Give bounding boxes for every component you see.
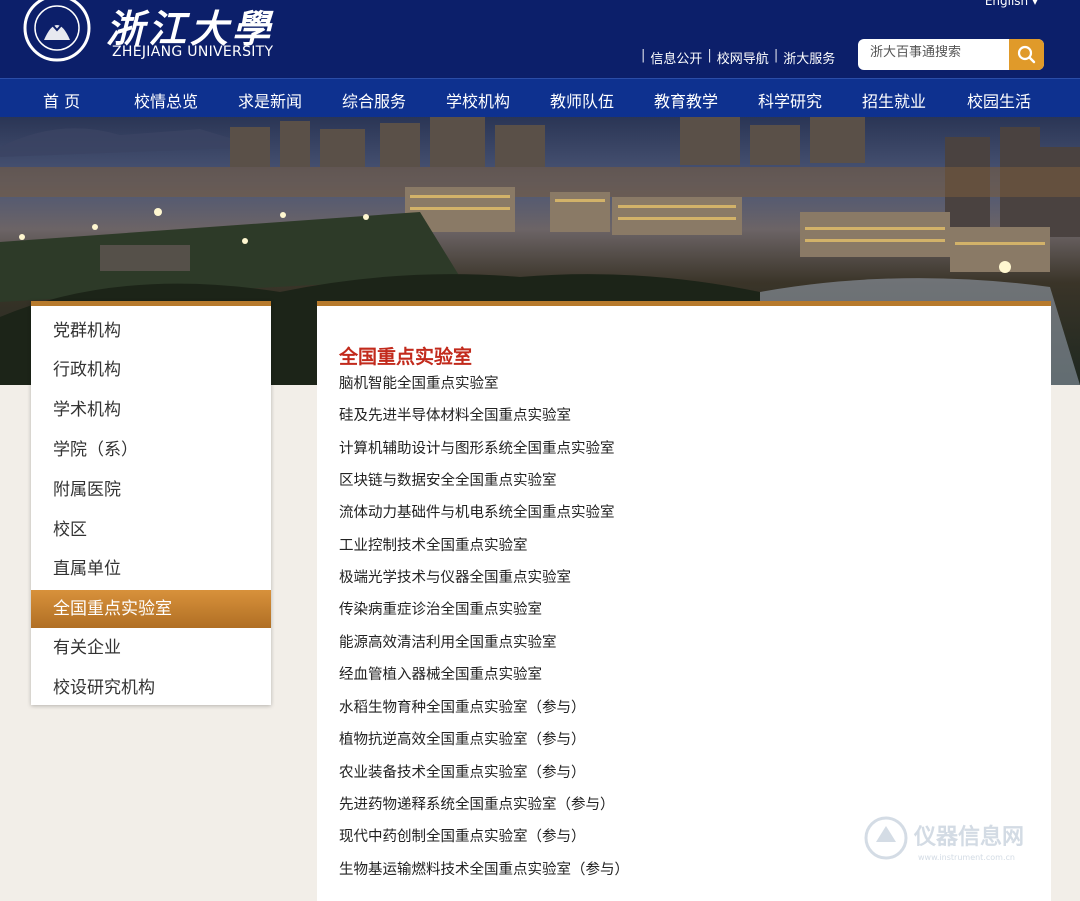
language-switch-link[interactable]: English ▾ <box>985 0 1038 8</box>
watermark-text: 仪器信息网 <box>913 824 1024 850</box>
lab-link[interactable]: 流体动力基础件与机电系统全国重点实验室 <box>339 501 615 522</box>
search-input[interactable] <box>870 45 1010 60</box>
lab-link[interactable]: 现代中药创制全国重点实验室（参与） <box>339 825 586 846</box>
nav-item-home[interactable]: 首 页 <box>43 88 80 112</box>
university-seal-icon[interactable] <box>22 0 92 62</box>
search-icon <box>1017 45 1036 64</box>
watermark-url: www.instrument.com.cn <box>918 853 1015 862</box>
sidebar-item-research-institutes[interactable]: 校设研究机构 <box>31 669 271 707</box>
sidebar-item-national-labs[interactable]: 全国重点实验室 <box>31 590 271 628</box>
lab-link[interactable]: 经血管植入器械全国重点实验室 <box>339 663 542 684</box>
lab-link[interactable]: 区块链与数据安全全国重点实验室 <box>339 469 557 490</box>
nav-item-education[interactable]: 教育教学 <box>654 88 718 112</box>
sidebar-item-hospitals[interactable]: 附属医院 <box>31 471 271 509</box>
nav-item-institutions[interactable]: 学校机构 <box>446 88 510 112</box>
lab-link[interactable]: 水稻生物育种全国重点实验室（参与） <box>339 696 586 717</box>
lab-link[interactable]: 计算机辅助设计与图形系统全国重点实验室 <box>339 437 615 458</box>
sidebar-item-campuses[interactable]: 校区 <box>31 511 271 549</box>
lab-link[interactable]: 极端光学技术与仪器全国重点实验室 <box>339 566 571 587</box>
lab-link[interactable]: 传染病重症诊治全国重点实验室 <box>339 598 542 619</box>
lab-link[interactable]: 工业控制技术全国重点实验室 <box>339 534 528 555</box>
lab-link[interactable]: 先进药物递释系统全国重点实验室（参与） <box>339 793 615 814</box>
nav-item-overview[interactable]: 校情总览 <box>134 88 198 112</box>
logo-english-name[interactable]: ZHEJIANG UNIVERSITY <box>112 44 273 60</box>
sidebar-item-direct-units[interactable]: 直属单位 <box>31 550 271 588</box>
sidebar-item-academic-orgs[interactable]: 学术机构 <box>31 391 271 429</box>
sidebar-item-enterprises[interactable]: 有关企业 <box>31 629 271 667</box>
lab-link[interactable]: 植物抗逆高效全国重点实验室（参与） <box>339 728 586 749</box>
lab-link[interactable]: 硅及先进半导体材料全国重点实验室 <box>339 404 571 425</box>
sidebar-item-colleges[interactable]: 学院（系） <box>31 431 271 469</box>
nav-item-faculty[interactable]: 教师队伍 <box>550 88 614 112</box>
quick-link-site-nav[interactable]: 校网导航 <box>717 48 769 67</box>
nav-item-research[interactable]: 科学研究 <box>758 88 822 112</box>
site-header: 浙江大學 ZHEJIANG UNIVERSITY English ▾ | 信息公… <box>0 0 1080 78</box>
sidebar-item-party-orgs[interactable]: 党群机构 <box>31 312 271 350</box>
search-box <box>858 39 1044 70</box>
sidebar-item-admin-orgs[interactable]: 行政机构 <box>31 351 271 389</box>
nav-item-services[interactable]: 综合服务 <box>342 88 406 112</box>
instrument-watermark-logo: 仪器信息网 www.instrument.com.cn <box>864 816 1024 862</box>
lab-link[interactable]: 农业装备技术全国重点实验室（参与） <box>339 761 586 782</box>
language-label: English <box>984 0 1029 8</box>
search-button[interactable] <box>1009 39 1044 70</box>
quick-links: | 信息公开 | 校网导航 | 浙大服务 <box>641 48 836 67</box>
lab-link[interactable]: 脑机智能全国重点实验室 <box>339 372 499 393</box>
content-panel: 全国重点实验室 脑机智能全国重点实验室 硅及先进半导体材料全国重点实验室 计算机… <box>317 301 1051 901</box>
sidebar-menu: 党群机构 行政机构 学术机构 学院（系） 附属医院 校区 直属单位 全国重点实验… <box>31 301 271 705</box>
lab-link[interactable]: 能源高效清洁利用全国重点实验室 <box>339 631 557 652</box>
page-title: 全国重点实验室 <box>339 346 473 368</box>
caret-down-icon: ▾ <box>1028 0 1038 8</box>
main-nav: 首 页 校情总览 求是新闻 综合服务 学校机构 教师队伍 教育教学 科学研究 招… <box>0 78 1080 117</box>
nav-item-campus-life[interactable]: 校园生活 <box>967 88 1031 112</box>
lab-link[interactable]: 生物基运输燃料技术全国重点实验室（参与） <box>339 858 629 879</box>
nav-item-admissions[interactable]: 招生就业 <box>862 88 926 112</box>
quick-link-zju-services[interactable]: 浙大服务 <box>783 48 835 67</box>
nav-item-news[interactable]: 求是新闻 <box>238 88 302 112</box>
quick-link-info-public[interactable]: 信息公开 <box>650 48 702 67</box>
